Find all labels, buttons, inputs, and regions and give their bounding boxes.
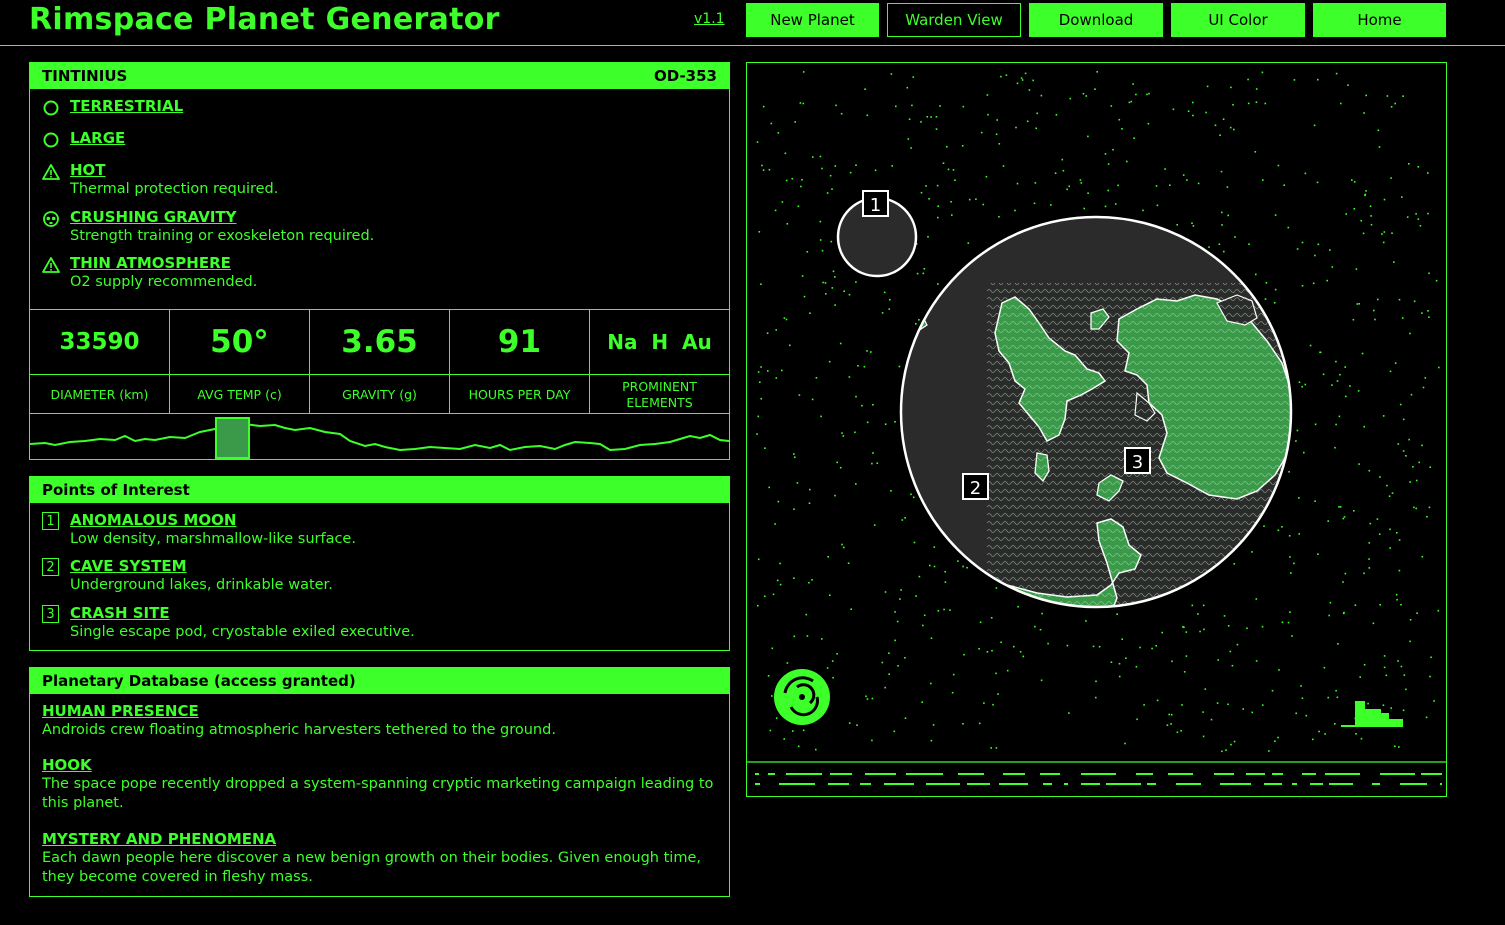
- poi-number: 3: [42, 605, 59, 623]
- trait-terrestrial: TERRESTRIAL: [30, 97, 729, 116]
- poi-title[interactable]: CAVE SYSTEM: [70, 557, 729, 576]
- stat-value: 33590: [59, 329, 140, 355]
- data-stream: [755, 773, 1442, 785]
- circle-icon: [43, 132, 59, 148]
- poi-panel-header: Points of Interest: [30, 477, 729, 503]
- trait-title[interactable]: LARGE: [70, 129, 729, 148]
- skull-icon: [43, 211, 59, 227]
- circle-icon: [43, 100, 59, 116]
- new-planet-button[interactable]: New Planet: [746, 3, 879, 37]
- database-panel: Planetary Database (access granted) HUMA…: [29, 667, 730, 897]
- trait-hot: HOT Thermal protection required.: [30, 161, 729, 199]
- stat-label: HOURS PER DAY: [450, 374, 589, 414]
- trait-desc: O2 supply recommended.: [70, 274, 258, 290]
- poi-panel: Points of Interest 1 ANOMALOUS MOON Low …: [29, 476, 730, 651]
- map-marker-1[interactable]: 1: [862, 190, 889, 217]
- stat-avg-temp: 50° AVG TEMP (c): [170, 310, 310, 413]
- planet-map-view[interactable]: 1 2 3: [746, 62, 1447, 797]
- poi-number: 2: [42, 558, 59, 576]
- warning-icon: [42, 257, 60, 273]
- trait-title[interactable]: TERRESTRIAL: [70, 97, 729, 116]
- stat-gravity: 3.65 GRAVITY (g): [310, 310, 450, 413]
- app-header: Rimspace Planet Generator v1.1 New Plane…: [0, 0, 1505, 46]
- database-item: HUMAN PRESENCE Androids crew floating at…: [30, 702, 729, 740]
- trait-crushing-gravity: CRUSHING GRAVITY Strength training or ex…: [30, 208, 729, 246]
- planet-map-canvas: 1 2 3: [747, 71, 1446, 785]
- poi-item: 3 CRASH SITE Single escape pod, cryostab…: [30, 604, 729, 642]
- stat-diameter: 33590 DIAMETER (km): [30, 310, 170, 413]
- poi-item: 1 ANOMALOUS MOON Low density, marshmallo…: [30, 511, 729, 549]
- stat-value: 3.65: [341, 324, 418, 360]
- trait-large: LARGE: [30, 129, 729, 148]
- warning-icon: [42, 164, 60, 180]
- planet-name: TINTINIUS: [42, 67, 128, 85]
- poi-desc: Single escape pod, cryostable exiled exe…: [70, 624, 415, 640]
- version-link[interactable]: v1.1: [694, 11, 725, 27]
- database-panel-header: Planetary Database (access granted): [30, 668, 729, 694]
- database-desc: Each dawn people here discover a new ben…: [42, 850, 701, 885]
- trait-thin-atmosphere: THIN ATMOSPHERE O2 supply recommended.: [30, 254, 729, 292]
- stat-label: DIAMETER (km): [30, 374, 169, 414]
- database-desc: The space pope recently dropped a system…: [42, 776, 714, 811]
- planet-panel-header: TINTINIUS OD-353: [30, 63, 729, 89]
- trait-title[interactable]: HOT: [70, 161, 729, 180]
- marker-label: 3: [1132, 452, 1143, 473]
- ui-color-button[interactable]: UI Color: [1171, 3, 1305, 37]
- trait-title[interactable]: CRUSHING GRAVITY: [70, 208, 729, 227]
- stat-label: AVG TEMP (c): [170, 374, 309, 414]
- stat-value: Na H Au: [607, 330, 712, 354]
- database-title[interactable]: HOOK: [42, 756, 717, 775]
- database-desc: Androids crew floating atmospheric harve…: [42, 722, 556, 738]
- poi-title[interactable]: ANOMALOUS MOON: [70, 511, 729, 530]
- database-title[interactable]: HUMAN PRESENCE: [42, 702, 717, 721]
- stat-prominent-elements: Na H Au PROMINENT ELEMENTS: [590, 310, 729, 413]
- poi-desc: Low density, marshmallow-like surface.: [70, 531, 356, 547]
- poi-title[interactable]: CRASH SITE: [70, 604, 729, 623]
- download-button[interactable]: Download: [1029, 3, 1163, 37]
- stat-label: GRAVITY (g): [310, 374, 449, 414]
- planet-code: OD-353: [653, 67, 717, 85]
- map-marker-2[interactable]: 2: [962, 473, 989, 500]
- trait-desc: Strength training or exoskeleton require…: [70, 228, 375, 244]
- app-title: Rimspace Planet Generator: [29, 2, 500, 37]
- stats-grid: 33590 DIAMETER (km) 50° AVG TEMP (c) 3.6…: [30, 309, 729, 413]
- terrain-profile: [29, 413, 730, 459]
- poi-desc: Underground lakes, drinkable water.: [70, 577, 333, 593]
- database-item: HOOK The space pope recently dropped a s…: [30, 756, 729, 813]
- ship-icon: [1341, 701, 1403, 727]
- planet-panel: TINTINIUS OD-353 TERRESTRIAL LARGE HOT T…: [29, 62, 730, 460]
- poi-heading: Points of Interest: [42, 481, 190, 499]
- terrain-line: [29, 417, 730, 459]
- radar-icon[interactable]: [774, 669, 830, 725]
- map-marker-3[interactable]: 3: [1124, 447, 1151, 474]
- stat-label: PROMINENT ELEMENTS: [590, 374, 729, 414]
- database-title[interactable]: MYSTERY AND PHENOMENA: [42, 830, 717, 849]
- database-item: MYSTERY AND PHENOMENA Each dawn people h…: [30, 830, 729, 887]
- stat-hours-per-day: 91 HOURS PER DAY: [450, 310, 590, 413]
- home-button[interactable]: Home: [1313, 3, 1446, 37]
- database-heading: Planetary Database (access granted): [42, 672, 356, 690]
- trait-title[interactable]: THIN ATMOSPHERE: [70, 254, 729, 273]
- marker-label: 2: [970, 478, 981, 499]
- stat-value: 91: [497, 324, 542, 360]
- warden-view-button[interactable]: Warden View: [887, 3, 1021, 37]
- poi-number: 1: [42, 512, 59, 530]
- poi-item: 2 CAVE SYSTEM Underground lakes, drinkab…: [30, 557, 729, 595]
- trait-desc: Thermal protection required.: [70, 181, 279, 197]
- marker-label: 1: [870, 195, 881, 216]
- stat-value: 50°: [210, 324, 269, 360]
